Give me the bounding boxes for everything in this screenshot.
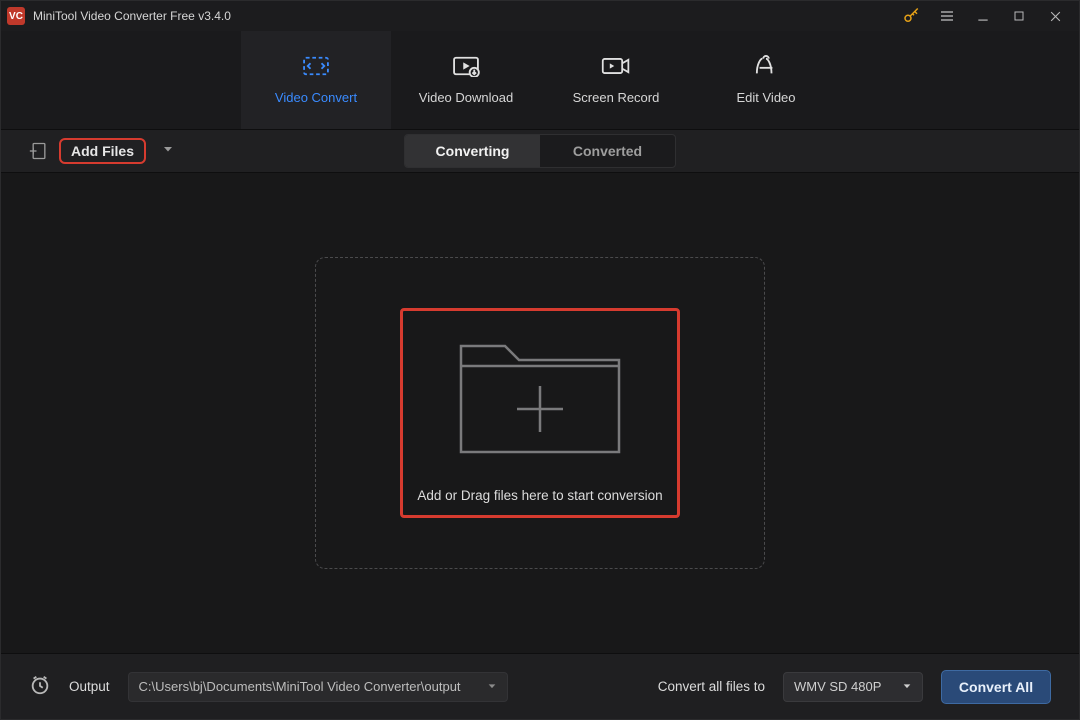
- tab-label: Video Convert: [275, 90, 357, 105]
- app-window: VC MiniTool Video Converter Free v3.4.0: [0, 0, 1080, 720]
- seg-label: Converting: [436, 143, 510, 159]
- dropzone-highlight[interactable]: Add or Drag files here to start conversi…: [400, 308, 680, 518]
- bottom-bar: Output C:\Users\bj\Documents\MiniTool Vi…: [1, 653, 1079, 719]
- tab-label: Screen Record: [573, 90, 660, 105]
- chevron-down-icon: [487, 679, 497, 694]
- workspace: Add or Drag files here to start conversi…: [1, 173, 1079, 653]
- chevron-down-icon: [902, 679, 912, 694]
- key-icon[interactable]: [893, 2, 929, 30]
- add-files-label: Add Files: [71, 143, 134, 159]
- convert-all-label: Convert All: [959, 679, 1033, 695]
- seg-converted[interactable]: Converted: [540, 135, 675, 167]
- add-files-dropdown[interactable]: [156, 138, 180, 164]
- menu-icon[interactable]: [929, 2, 965, 30]
- minimize-button[interactable]: [965, 2, 1001, 30]
- status-segment: Converting Converted: [404, 134, 676, 168]
- add-files-button[interactable]: Add Files: [59, 138, 146, 164]
- tab-label: Edit Video: [736, 90, 795, 105]
- record-icon: [601, 55, 631, 80]
- folder-plus-icon: [455, 324, 625, 464]
- convert-icon: [301, 55, 331, 80]
- tab-label: Video Download: [419, 90, 513, 105]
- main-tabs: Video Convert Video Download: [1, 31, 1079, 129]
- output-label: Output: [69, 679, 110, 694]
- output-path-value: C:\Users\bj\Documents\MiniTool Video Con…: [139, 679, 461, 694]
- tab-video-convert[interactable]: Video Convert: [241, 31, 391, 129]
- output-format-value: WMV SD 480P: [794, 679, 881, 694]
- close-button[interactable]: [1037, 2, 1073, 30]
- tab-video-download[interactable]: Video Download: [391, 31, 541, 129]
- seg-converting[interactable]: Converting: [405, 135, 540, 167]
- maximize-button[interactable]: [1001, 2, 1037, 30]
- output-path-select[interactable]: C:\Users\bj\Documents\MiniTool Video Con…: [128, 672, 508, 702]
- clock-icon[interactable]: [29, 674, 51, 699]
- add-file-icon[interactable]: [29, 141, 49, 161]
- dropzone-hint: Add or Drag files here to start conversi…: [417, 488, 662, 503]
- seg-label: Converted: [573, 143, 642, 159]
- toolbar: Add Files Converting Converted: [1, 129, 1079, 173]
- convert-all-to-label: Convert all files to: [658, 679, 765, 694]
- dropzone[interactable]: Add or Drag files here to start conversi…: [315, 257, 765, 569]
- convert-all-button[interactable]: Convert All: [941, 670, 1051, 704]
- app-title: MiniTool Video Converter Free v3.4.0: [33, 9, 231, 23]
- tab-edit-video[interactable]: Edit Video: [691, 31, 841, 129]
- tab-screen-record[interactable]: Screen Record: [541, 31, 691, 129]
- titlebar: VC MiniTool Video Converter Free v3.4.0: [1, 1, 1079, 31]
- download-icon: [451, 55, 481, 80]
- app-logo-icon: VC: [7, 7, 25, 25]
- output-format-select[interactable]: WMV SD 480P: [783, 672, 923, 702]
- edit-icon: [751, 55, 781, 80]
